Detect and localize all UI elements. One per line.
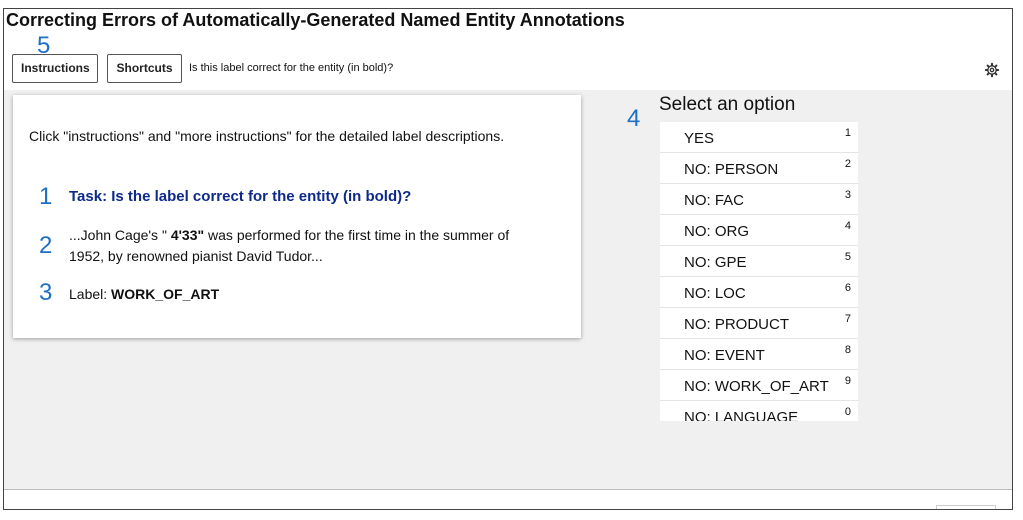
option-label: NO: WORK_OF_ART — [684, 378, 829, 395]
option-shortcut: 0 — [844, 406, 851, 418]
option-shortcut: 5 — [844, 251, 851, 263]
option-no-fac[interactable]: NO: FAC 3 — [660, 184, 858, 215]
option-label: NO: ORG — [684, 223, 750, 240]
options-list: YES 1 NO: PERSON 2 NO: FAC 3 NO: ORG 4 NO: G… — [660, 122, 858, 421]
option-yes[interactable]: YES 1 — [660, 122, 858, 153]
footer-divider — [4, 489, 1012, 490]
shortcuts-button[interactable]: Shortcuts — [107, 54, 182, 83]
option-no-work-of-art[interactable]: NO: WORK_OF_ART 9 — [660, 370, 858, 401]
option-label: YES — [684, 130, 715, 147]
context-text: ...John Cage's " 4'33" was performed for… — [69, 225, 519, 267]
label-line: Label: WORK_OF_ART — [69, 286, 219, 302]
option-shortcut: 2 — [844, 158, 851, 170]
option-shortcut: 1 — [844, 127, 851, 139]
context-before: ...John Cage's " — [69, 227, 171, 243]
option-no-event[interactable]: NO: EVENT 8 — [660, 339, 858, 370]
option-shortcut: 6 — [844, 282, 851, 294]
marker-1: 1 — [39, 183, 53, 210]
option-no-product[interactable]: NO: PRODUCT 7 — [660, 308, 858, 339]
option-shortcut: 3 — [844, 189, 851, 201]
page-title: Correcting Errors of Automatically-Gener… — [6, 10, 625, 30]
option-label: NO: LANGUAGE — [684, 409, 799, 421]
option-shortcut: 9 — [844, 375, 851, 387]
option-no-org[interactable]: NO: ORG 4 — [660, 215, 858, 246]
task-card: Click "instructions" and "more instructi… — [13, 95, 581, 338]
label-prefix: Label: — [69, 286, 112, 302]
option-no-language[interactable]: NO: LANGUAGE 0 — [660, 401, 858, 421]
option-shortcut: 7 — [844, 313, 851, 325]
option-label: NO: FAC — [684, 192, 745, 209]
marker-4: 4 — [627, 105, 641, 132]
option-label: NO: GPE — [684, 254, 747, 271]
marker-3: 3 — [39, 279, 53, 306]
option-no-loc[interactable]: NO: LOC 6 — [660, 277, 858, 308]
option-shortcut: 4 — [844, 220, 851, 232]
task-heading: Task: Is the label correct for the entit… — [69, 188, 412, 205]
label-value: WORK_OF_ART — [111, 286, 220, 302]
options-title: Select an option — [659, 94, 796, 115]
option-no-person[interactable]: NO: PERSON 2 — [660, 153, 858, 184]
marker-2: 2 — [39, 232, 53, 259]
footer-tab — [936, 505, 996, 509]
entity-text: 4'33" — [170, 227, 205, 243]
app-frame: Correcting Errors of Automatically-Gener… — [3, 8, 1013, 510]
option-label: NO: PERSON — [684, 161, 779, 178]
instructions-text: Click "instructions" and "more instructi… — [29, 128, 505, 144]
option-shortcut: 8 — [844, 344, 851, 356]
option-label: NO: EVENT — [684, 347, 765, 364]
instructions-button[interactable]: Instructions — [12, 54, 98, 83]
option-label: NO: LOC — [684, 285, 746, 302]
option-no-gpe[interactable]: NO: GPE 5 — [660, 246, 858, 277]
gear-icon[interactable] — [984, 62, 1000, 78]
question-text: Is this label correct for the entity (in… — [189, 62, 394, 74]
option-label: NO: PRODUCT — [684, 316, 789, 333]
